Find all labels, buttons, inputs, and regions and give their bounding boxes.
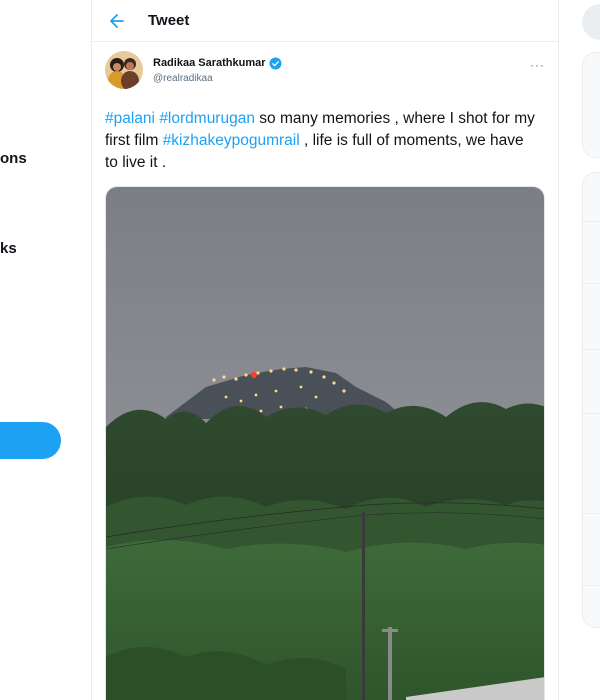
author-handle[interactable]: @realradikaa	[153, 73, 282, 84]
search-input[interactable]	[582, 4, 600, 40]
tweet-author-row: Radikaa Sarathkumar @realradikaa ···	[105, 50, 545, 90]
divider	[583, 283, 600, 284]
left-nav: ons ks	[0, 0, 91, 700]
page-title: Tweet	[148, 12, 190, 29]
divider	[583, 413, 600, 414]
trends-card	[582, 172, 600, 628]
divider	[583, 513, 600, 514]
main-column: Tweet Radikaa Sarathkumar @realradikaa ·…	[91, 0, 559, 700]
nav-item-notifications[interactable]: ons	[0, 150, 27, 167]
header: Tweet	[92, 0, 558, 42]
back-arrow-icon[interactable]	[108, 12, 126, 30]
nav-item-bookmarks[interactable]: ks	[0, 240, 17, 257]
compose-tweet-button[interactable]	[0, 422, 61, 459]
avatar[interactable]	[105, 51, 143, 89]
tweet-photo[interactable]	[105, 186, 545, 700]
more-options-icon[interactable]: ···	[530, 58, 545, 72]
author-name-line: Radikaa Sarathkumar	[153, 57, 282, 70]
divider	[583, 585, 600, 586]
right-sidebar	[582, 0, 600, 700]
relevant-people-card	[582, 52, 600, 158]
tweet: Radikaa Sarathkumar @realradikaa ··· #pa…	[92, 42, 558, 700]
verified-badge-icon	[269, 57, 281, 69]
hashtag-link[interactable]: #kizhakeypogumrail	[163, 132, 300, 149]
hashtag-link[interactable]: #lordmurugan	[159, 110, 255, 127]
tweet-text: #palani #lordmurugan so many memories , …	[105, 108, 545, 174]
author-names: Radikaa Sarathkumar @realradikaa	[153, 57, 282, 84]
author-display-name[interactable]: Radikaa Sarathkumar	[153, 57, 266, 69]
divider	[583, 221, 600, 222]
divider	[583, 349, 600, 350]
hashtag-link[interactable]: #palani	[105, 110, 155, 127]
